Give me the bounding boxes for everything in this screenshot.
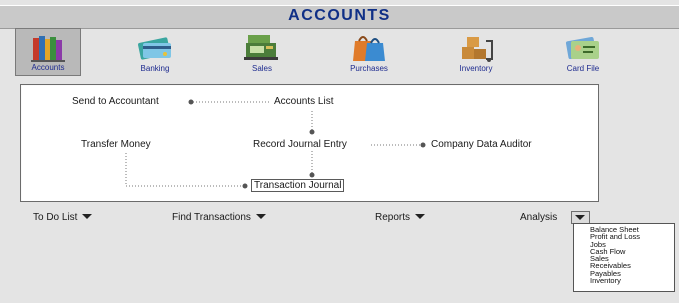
- transaction-journal-link[interactable]: Transaction Journal: [251, 179, 345, 192]
- reports-button[interactable]: Reports: [375, 212, 426, 223]
- card-file-icon: [565, 37, 599, 59]
- to-do-list-button[interactable]: To Do List: [33, 212, 93, 223]
- chevron-down-icon: [82, 214, 93, 219]
- reports-label: Reports: [375, 212, 411, 223]
- menu-item-cash-flow[interactable]: Cash Flow: [574, 247, 674, 255]
- menu-item-inventory[interactable]: Inventory: [574, 277, 674, 285]
- menu-item-receivables[interactable]: Receivables: [574, 262, 674, 270]
- record-journal-entry-link[interactable]: Record Journal Entry: [253, 139, 347, 150]
- module-label: Sales: [251, 64, 272, 73]
- module-label: Accounts: [31, 63, 65, 72]
- module-banking[interactable]: Banking: [122, 28, 188, 76]
- accounts-list-link[interactable]: Accounts List: [274, 96, 333, 107]
- window-title: ACCOUNTS: [288, 7, 391, 24]
- module-bar: Accounts Banking Sales Purchases Invento…: [15, 28, 615, 78]
- title-bar: ACCOUNTS: [0, 5, 679, 29]
- chevron-down-icon: [575, 215, 585, 220]
- module-purchases[interactable]: Purchases: [336, 28, 402, 76]
- module-label: Card File: [566, 64, 600, 73]
- to-do-list-label: To Do List: [33, 212, 78, 223]
- transfer-money-link[interactable]: Transfer Money: [81, 139, 151, 150]
- find-transactions-button[interactable]: Find Transactions: [172, 212, 266, 223]
- module-label: Banking: [140, 64, 170, 73]
- company-data-auditor-link[interactable]: Company Data Auditor: [431, 139, 532, 150]
- chevron-down-icon: [415, 214, 426, 219]
- banking-card-icon: [138, 37, 171, 60]
- sales-register-icon: [244, 35, 278, 60]
- accounts-books-icon: [31, 36, 65, 62]
- chevron-down-icon: [255, 214, 266, 219]
- module-sales[interactable]: Sales: [229, 28, 295, 76]
- module-label: Inventory: [459, 64, 493, 73]
- menu-item-payables[interactable]: Payables: [574, 269, 674, 277]
- menu-item-profit-and-loss[interactable]: Profit and Loss: [574, 233, 674, 241]
- analysis-button[interactable]: Analysis: [520, 212, 557, 223]
- purchases-bags-icon: [353, 36, 385, 61]
- module-accounts[interactable]: Accounts: [15, 28, 81, 76]
- workflow-panel: Send to Accountant Accounts List Transfe…: [20, 84, 599, 202]
- module-inventory[interactable]: Inventory: [443, 28, 509, 76]
- module-label: Purchases: [350, 64, 388, 73]
- analysis-label: Analysis: [520, 212, 558, 223]
- analysis-dropdown-menu: Balance Sheet Profit and Loss Jobs Cash …: [573, 223, 675, 292]
- find-transactions-label: Find Transactions: [172, 212, 251, 223]
- send-to-accountant-link[interactable]: Send to Accountant: [72, 96, 159, 107]
- module-card-file[interactable]: Card File: [550, 28, 616, 76]
- inventory-boxes-icon: [462, 37, 493, 62]
